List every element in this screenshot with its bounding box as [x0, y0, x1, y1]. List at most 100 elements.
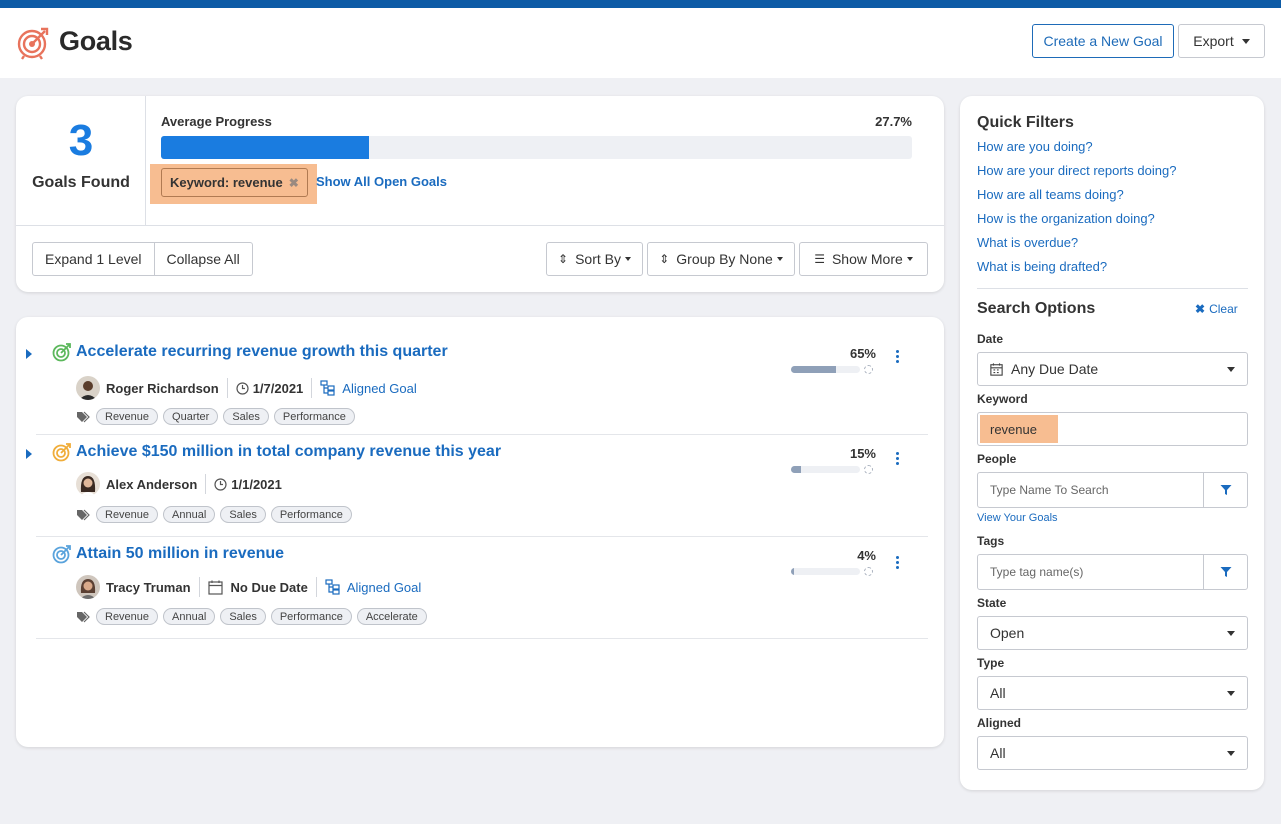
expand-level-button[interactable]: Expand 1 Level: [32, 242, 155, 276]
tag-chip[interactable]: Sales: [220, 506, 266, 523]
divider: [977, 288, 1248, 289]
tag-chip[interactable]: Performance: [270, 506, 352, 523]
date-select[interactable]: Any Due Date: [977, 352, 1248, 386]
goal-tags: Revenue Annual Sales Performance: [76, 506, 357, 523]
goal-target-icon: [52, 545, 71, 564]
goal-due-date: 1/7/2021: [236, 381, 303, 396]
type-select-value: All: [990, 685, 1006, 701]
goal-due-date: No Due Date: [207, 580, 308, 595]
chevron-down-icon: [776, 257, 783, 261]
goal-target-icon: [52, 443, 71, 462]
chevron-down-icon: [906, 257, 913, 261]
tags-filter-button[interactable]: [1203, 555, 1247, 589]
goal-title-link[interactable]: Accelerate recurring revenue growth this…: [76, 343, 448, 361]
avatar: [76, 472, 100, 496]
tag-chip[interactable]: Performance: [273, 408, 355, 425]
date-label: Date: [977, 332, 1004, 346]
chevron-down-icon: [1227, 367, 1235, 372]
average-progress-fill: [161, 136, 370, 159]
tag-chip[interactable]: Revenue: [96, 506, 159, 523]
goal-progress-percent: 15%: [849, 446, 876, 461]
filters-panel: Quick Filters How are you doing? How are…: [960, 96, 1264, 790]
chevron-down-icon: [624, 257, 631, 261]
quick-filter-link[interactable]: How are all teams doing?: [977, 187, 1124, 202]
goals-count-box: 3 Goals Found: [16, 96, 146, 226]
goal-progress-percent: 4%: [857, 548, 876, 563]
goal-progress-fill: [791, 568, 794, 575]
avatar: [76, 376, 100, 400]
quick-filter-link[interactable]: How is the organization doing?: [977, 211, 1155, 226]
show-more-button[interactable]: ☰ Show More: [799, 242, 928, 276]
goal-title-link[interactable]: Achieve $150 million in total company re…: [76, 443, 501, 461]
clock-icon: [236, 381, 249, 395]
people-filter-button[interactable]: [1203, 473, 1247, 507]
hierarchy-icon: [325, 579, 340, 595]
average-progress-value: 27.7%: [875, 114, 912, 129]
goal-progress-fill: [791, 366, 836, 373]
more-options-icon[interactable]: [896, 350, 900, 365]
show-all-open-goals-link[interactable]: Show All Open Goals: [316, 174, 447, 189]
people-search-input[interactable]: [978, 483, 1203, 497]
tag-chip[interactable]: Revenue: [96, 608, 159, 625]
keyword-field[interactable]: revenue: [977, 412, 1248, 446]
expand-arrow-icon[interactable]: [26, 349, 32, 359]
remove-filter-icon[interactable]: ✖: [289, 176, 299, 190]
date-select-value: Any Due Date: [1011, 361, 1099, 377]
tag-chip[interactable]: Quarter: [163, 408, 219, 425]
tag-chip[interactable]: Sales: [223, 408, 269, 425]
goal-target-icon: [17, 27, 49, 60]
quick-filter-link[interactable]: How are your direct reports doing?: [977, 163, 1176, 178]
hierarchy-icon: [320, 380, 335, 396]
aligned-goal-link[interactable]: Aligned Goal: [320, 380, 417, 396]
tag-chip[interactable]: Performance: [270, 608, 352, 625]
export-button[interactable]: Export: [1178, 24, 1265, 58]
more-options-icon[interactable]: [896, 452, 900, 467]
clear-filters-button[interactable]: ✖ Clear: [1195, 302, 1238, 316]
goal-tags: Revenue Annual Sales Performance Acceler…: [76, 608, 432, 625]
tag-chip[interactable]: Sales: [220, 608, 266, 625]
goal-owner: Tracy Truman: [106, 579, 191, 595]
calendar-icon: [207, 580, 223, 595]
goal-title-link[interactable]: Attain 50 million in revenue: [76, 545, 284, 563]
show-more-label: Show More: [831, 251, 903, 267]
aligned-select[interactable]: All: [977, 736, 1248, 770]
more-options-icon[interactable]: [896, 556, 900, 571]
expand-arrow-icon[interactable]: [26, 449, 32, 459]
collapse-all-button[interactable]: Collapse All: [154, 242, 253, 276]
aligned-goal-link[interactable]: Aligned Goal: [325, 579, 421, 595]
tag-chip[interactable]: Accelerate: [356, 608, 427, 625]
keyword-filter-chip[interactable]: Keyword: revenue ✖: [161, 168, 308, 197]
quick-filter-link[interactable]: What is overdue?: [977, 235, 1078, 250]
tags-search-field[interactable]: [977, 554, 1248, 590]
quick-filter-link[interactable]: How are you doing?: [977, 139, 1093, 154]
average-progress-label: Average Progress: [161, 114, 272, 129]
people-search-field[interactable]: [977, 472, 1248, 508]
target-dot-icon: [864, 365, 873, 374]
tags-label: Tags: [977, 534, 1005, 548]
clear-label: Clear: [1209, 302, 1238, 316]
create-goal-button[interactable]: Create a New Goal: [1032, 24, 1174, 58]
view-your-goals-link[interactable]: View Your Goals: [977, 512, 1058, 524]
quick-filter-link[interactable]: What is being drafted?: [977, 259, 1107, 274]
tag-chip[interactable]: Annual: [163, 608, 216, 625]
goals-count-label: Goals Found: [32, 174, 130, 191]
tags-search-input[interactable]: [978, 565, 1203, 579]
goal-progress-fill: [791, 466, 802, 473]
keyword-value: revenue: [990, 422, 1037, 437]
tag-chip[interactable]: Annual: [163, 506, 216, 523]
state-select[interactable]: Open: [977, 616, 1248, 650]
goal-target-icon: [52, 343, 71, 362]
goals-count: 3: [68, 116, 94, 165]
type-select[interactable]: All: [977, 676, 1248, 710]
tag-chip[interactable]: Revenue: [96, 408, 159, 425]
filter-icon: [1220, 567, 1231, 577]
goal-row: Accelerate recurring revenue growth this…: [26, 339, 928, 435]
page-title: Goals: [59, 26, 133, 56]
expand-collapse-group: Expand 1 Level Collapse All: [32, 242, 253, 276]
page-header: Goals Create a New Goal Export: [0, 8, 1281, 78]
keyword-label: Keyword: [977, 392, 1028, 406]
goal-meta: Tracy Truman No Due Date Aligned Goal: [76, 575, 421, 599]
state-select-value: Open: [990, 625, 1025, 641]
sort-by-button[interactable]: ⇕ Sort By: [546, 242, 643, 276]
group-by-button[interactable]: ⇕ Group By None: [647, 242, 795, 276]
